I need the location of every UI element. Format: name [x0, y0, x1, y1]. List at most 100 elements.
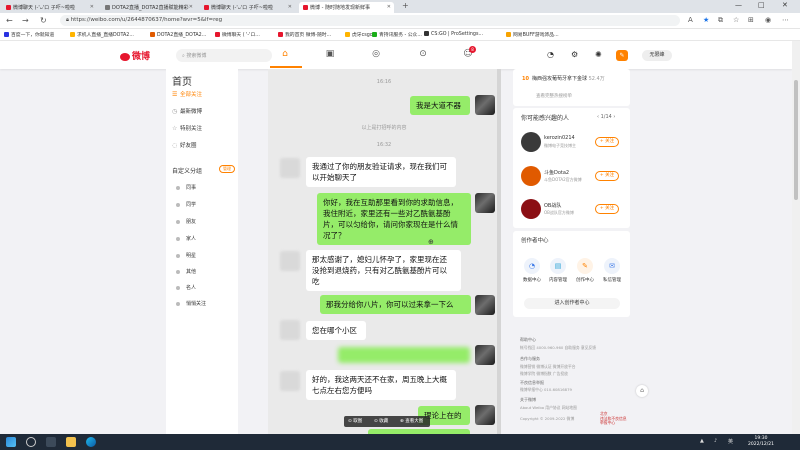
extensions-icon[interactable]: ⧉	[718, 16, 723, 25]
edge-icon[interactable]	[86, 437, 96, 447]
settings-icon[interactable]: ⚙	[571, 50, 578, 59]
manage-groups-button[interactable]: 管理	[219, 165, 235, 173]
sidebar-item-special[interactable]: ☆ 特别关注	[172, 124, 202, 132]
weibo-logo[interactable]: 微博	[120, 49, 150, 62]
user-menu-button[interactable]: 无限峰	[642, 50, 672, 61]
recommend-pager[interactable]: ‹ 1/14 ›	[597, 114, 615, 120]
search-input[interactable]: ⌕ 搜索微博	[176, 49, 272, 62]
close-window-button[interactable]: ✕	[782, 1, 788, 9]
network-icon[interactable]: ▲	[700, 438, 704, 444]
group-item[interactable]: 其他	[176, 268, 196, 275]
browser-tab[interactable]: 微博聊天 (-'ᴗ'ロ 子吓~啦啦 ✕	[2, 2, 97, 13]
avatar[interactable]	[521, 132, 541, 152]
new-tab-button[interactable]: +	[402, 1, 409, 10]
system-notice: 以上是打招呼的内容	[361, 125, 407, 131]
sidebar-item-friends[interactable]: ◌ 好友圈	[172, 141, 197, 149]
follow-button[interactable]: + 关注	[595, 171, 619, 181]
footer-links[interactable]: About Weibo 用户协议 网站地图	[520, 405, 577, 411]
profile-icon[interactable]: ◉	[765, 16, 771, 24]
image-toolbar-button[interactable]: ⊙ 取图	[348, 418, 362, 424]
avatar[interactable]	[521, 166, 541, 186]
image-toolbar-button[interactable]: ⊙ 收藏	[374, 418, 388, 424]
system-clock[interactable]: 19:30 2022/12/21	[748, 436, 774, 448]
group-item[interactable]: 名人	[176, 284, 196, 291]
start-icon[interactable]	[6, 437, 16, 447]
sidebar-item-all[interactable]: ☰ 全部关注	[172, 90, 202, 98]
close-tab-icon[interactable]: ✕	[288, 4, 292, 10]
group-item[interactable]: 明星	[176, 252, 196, 259]
compose-button[interactable]: ✎	[616, 50, 628, 61]
group-item[interactable]: 朋友	[176, 218, 196, 225]
minimize-button[interactable]: —	[735, 1, 742, 9]
full-hot-list-link[interactable]: 查看完整热搜榜单	[536, 93, 572, 99]
group-item[interactable]: 悄悄关注	[176, 300, 206, 307]
follow-button[interactable]: + 关注	[595, 204, 619, 214]
hot-search-item[interactable]: 10 梅西强攻葡萄牙拿下金球 52.4万	[522, 75, 605, 82]
ime-indicator[interactable]: 英	[728, 438, 733, 445]
maximize-button[interactable]: □	[758, 1, 765, 9]
group-item[interactable]: 家人	[176, 235, 196, 242]
search-taskbar-icon[interactable]	[26, 437, 36, 447]
volume-icon[interactable]: ♪	[714, 438, 717, 444]
avatar[interactable]	[521, 199, 541, 219]
collections-icon[interactable]: ⊞	[748, 16, 754, 24]
url-input[interactable]: 🔒︎ https://weibo.com/u/2644870637/home?w…	[60, 15, 680, 26]
creator-tool[interactable]: ✎ 创作中心	[573, 258, 597, 283]
follow-button[interactable]: + 关注	[595, 137, 619, 147]
browser-tab[interactable]: 微博聊天 (-'ᴗ'ロ 子吓~啦啦 ✕	[200, 2, 295, 13]
chat-icon[interactable]: ◔	[547, 50, 554, 59]
footer-links[interactable]: 微博学院 微博指数 广告投放	[520, 371, 568, 377]
star-icon: ☆	[172, 125, 178, 132]
footer-links[interactable]: 微博举报中心 010-60816879	[520, 387, 572, 393]
close-tab-icon[interactable]: ✕	[387, 4, 391, 10]
creator-tool[interactable]: ✉ 私信管理	[600, 258, 624, 283]
read-aloud-icon[interactable]: A	[688, 16, 693, 24]
recommend-name[interactable]: kerozin0214	[544, 135, 575, 141]
bookmark-item[interactable]: DOTA2直播_DOTA2...	[150, 31, 206, 38]
close-tab-icon[interactable]: ✕	[189, 4, 193, 10]
forward-icon[interactable]: →	[22, 16, 29, 25]
url-text: https://weibo.com/u/2644870637/home?wvr=…	[70, 17, 223, 23]
recommend-name[interactable]: 斗鱼Dota2	[544, 169, 569, 176]
favorites-icon[interactable]: ☆	[733, 16, 739, 24]
footer-links[interactable]: 帐号找回 4000-960-960 自助服务 意见反馈	[520, 345, 596, 351]
discover-nav-icon[interactable]: ⊙	[416, 49, 430, 59]
bookmark-label: 青持讯服务 - 公众...	[379, 33, 422, 38]
sidebar-item-latest[interactable]: ◷ 最新微博	[172, 107, 202, 115]
back-icon[interactable]: ←	[6, 16, 13, 25]
footer-links[interactable]: 微博营销 微博认证 微博开放平台	[520, 364, 576, 370]
back-to-top-button[interactable]: ⌂	[636, 385, 648, 397]
bookmark-item[interactable]: 虎牙csgo	[345, 31, 373, 38]
bookmark-item[interactable]: 我的首页 微博-随时...	[278, 31, 331, 38]
file-explorer-icon[interactable]	[66, 437, 76, 447]
creator-tool[interactable]: ◔ 数据中心	[520, 258, 544, 283]
hot-nav-icon[interactable]: ◎	[369, 49, 383, 59]
reload-icon[interactable]: ↻	[40, 16, 47, 25]
light-icon[interactable]: ✺	[595, 50, 602, 59]
more-menu-icon[interactable]: ⋯	[782, 16, 789, 24]
bookmark-item[interactable]: 求机人直播_直播DOTA2...	[70, 31, 134, 38]
bookmark-item[interactable]: 青持讯服务 - 公众...	[372, 31, 422, 38]
chat-scrollbar[interactable]	[497, 69, 501, 450]
bookmark-item[interactable]: CS:GO | ProSettings...	[424, 31, 483, 37]
group-item[interactable]: 同学	[176, 201, 196, 208]
bookmark-star-icon[interactable]: ★	[703, 16, 709, 24]
chat-timestamp: 16:16	[376, 79, 392, 85]
image-toolbar-button[interactable]: ⊕ 查看大图	[400, 418, 423, 424]
home-nav-icon[interactable]: ⌂	[278, 49, 292, 59]
report-center-badge[interactable]: 北京 违法和不良信息 举报中心	[600, 411, 627, 426]
close-tab-icon[interactable]: ✕	[90, 4, 94, 10]
creator-center-button[interactable]: 进入创作者中心	[524, 298, 620, 309]
task-view-icon[interactable]	[46, 437, 56, 447]
bookmark-item[interactable]: 百度一下，你就知道	[4, 31, 54, 38]
group-label: 名人	[186, 285, 197, 291]
video-nav-icon[interactable]: ▣	[323, 49, 337, 59]
bookmark-item[interactable]: 网易BUFF游戏饰品...	[506, 31, 559, 38]
group-item[interactable]: 同事	[176, 184, 196, 191]
page-scrollbar-thumb[interactable]	[794, 80, 798, 200]
browser-tab-active[interactable]: 微博 - 随时随地发现新鲜事 ✕	[299, 2, 394, 13]
recommend-name[interactable]: OB战队	[544, 202, 561, 209]
bookmark-item[interactable]: 微博聊天 ( '-'ロ...	[215, 31, 260, 38]
browser-tab[interactable]: DOTA2直播_DOTA2直播赋能精彩 ✕	[101, 2, 196, 13]
creator-tool[interactable]: ▤ 内容管理	[546, 258, 570, 283]
